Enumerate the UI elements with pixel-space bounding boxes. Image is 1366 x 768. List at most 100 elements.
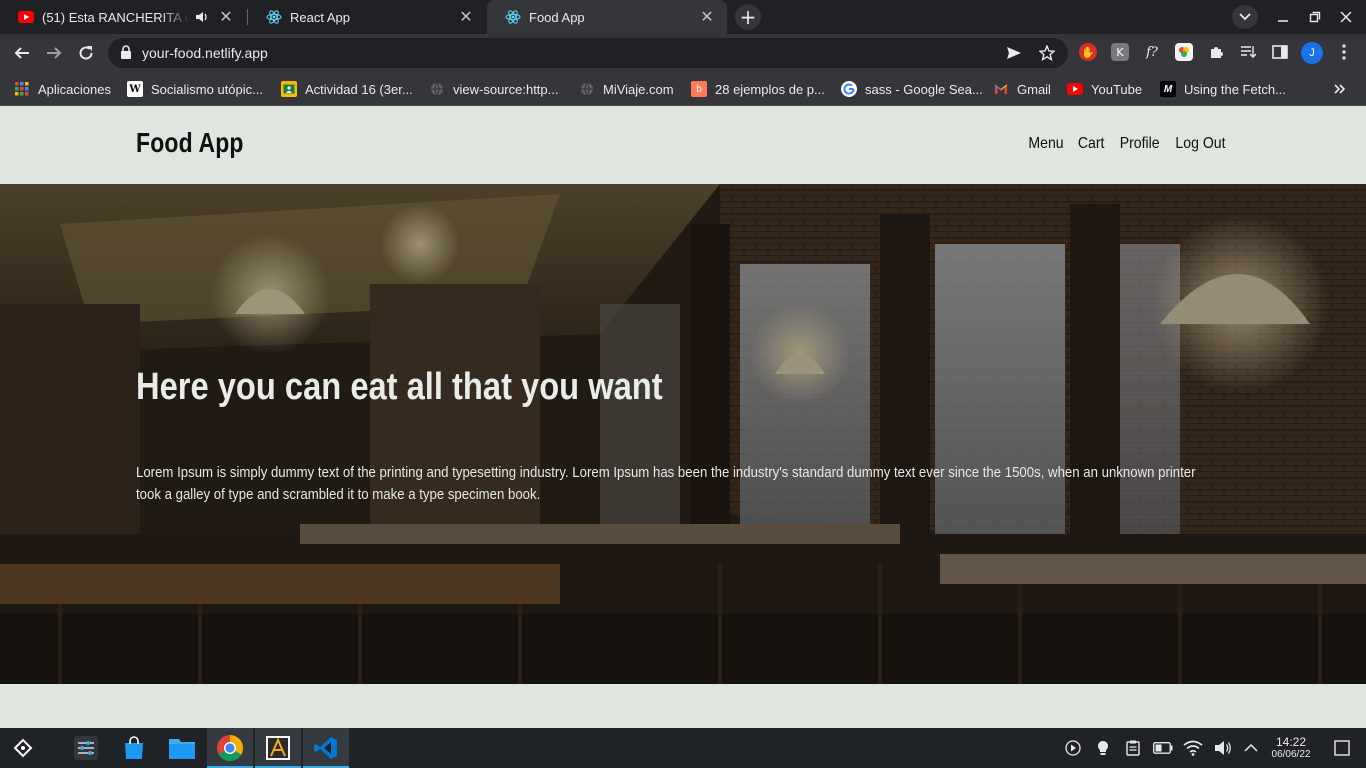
close-tab-icon[interactable]: ✕ — [216, 7, 236, 27]
lock-icon[interactable] — [120, 45, 132, 64]
clipboard-icon[interactable] — [1123, 738, 1143, 758]
bookmark-item[interactable]: view-source:http... — [429, 78, 559, 100]
site-logo[interactable]: Food App — [136, 127, 244, 159]
menu-kebab-icon[interactable] — [1335, 43, 1353, 61]
arrow-left-icon — [14, 47, 29, 59]
reload-button[interactable] — [74, 41, 98, 65]
tab-food-app[interactable]: Food App ✕ — [487, 0, 727, 34]
shopping-bag-icon — [125, 736, 143, 759]
adblock-extension-icon[interactable]: ✋ — [1079, 43, 1097, 61]
bookmark-item[interactable]: MiViaje.com — [579, 78, 674, 100]
hero-heading: Here you can eat all that you want — [136, 366, 663, 408]
bookmarks-bar: Aplicaciones W Socialismo utópic... Acti… — [0, 72, 1366, 106]
web-page: Food App Menu Cart Profile Log Out Here … — [0, 107, 1366, 728]
bookmark-label: Socialismo utópic... — [151, 81, 263, 97]
hero-description: Lorem Ipsum is simply dummy text of the … — [136, 464, 1196, 503]
grayscale-extension-icon[interactable]: K — [1111, 43, 1129, 61]
bookmark-item[interactable]: YouTube — [1067, 78, 1142, 100]
bookmark-label: YouTube — [1091, 81, 1143, 97]
forward-button[interactable] — [42, 41, 66, 65]
lightbulb-icon[interactable] — [1093, 738, 1113, 758]
media-play-icon[interactable] — [1063, 738, 1083, 758]
bookmark-item[interactable]: sass - Google Sea... — [841, 78, 983, 100]
puzzle-icon[interactable] — [1207, 43, 1225, 61]
taskbar-settings-app[interactable] — [63, 728, 109, 768]
tab-youtube[interactable]: (51) Esta RANCHERITA con ✕ — [0, 0, 246, 34]
bookmark-label: MiViaje.com — [603, 81, 674, 97]
nav-link-cart[interactable]: Cart — [1078, 135, 1105, 153]
taskbar-atom-app[interactable] — [255, 728, 301, 768]
youtube-icon — [18, 9, 34, 25]
address-bar[interactable]: your-food.netlify.app — [108, 38, 1068, 68]
bookmark-item[interactable]: Gmail — [993, 78, 1051, 100]
volume-icon[interactable] — [1213, 738, 1233, 758]
bookmark-item[interactable]: Actividad 16 (3er... — [281, 78, 413, 100]
bookmark-label: Aplicaciones — [38, 81, 111, 97]
nav-link-menu[interactable]: Menu — [1029, 135, 1064, 153]
tab-strip: (51) Esta RANCHERITA con ✕ React App ✕ F… — [0, 0, 1366, 34]
tab-search-button[interactable] — [1232, 5, 1258, 29]
colorpicker-extension-icon[interactable] — [1175, 43, 1193, 61]
bookmark-label: Using the Fetch... — [1184, 81, 1286, 97]
bookmark-star-icon[interactable] — [1038, 44, 1056, 62]
new-tab-button[interactable]: + — [735, 4, 761, 30]
chrome-icon — [217, 735, 244, 762]
site-header: Food App Menu Cart Profile Log Out — [0, 107, 1366, 184]
launcher-icon — [13, 738, 33, 758]
tab-title: (51) Esta RANCHERITA con — [42, 9, 190, 25]
taskbar-vscode-app[interactable] — [303, 728, 349, 768]
close-tab-icon[interactable]: ✕ — [456, 7, 476, 27]
wifi-icon[interactable] — [1183, 738, 1203, 758]
apps-grid-icon — [14, 81, 30, 97]
bookmark-item[interactable]: Aplicaciones — [14, 78, 111, 100]
app-launcher-button[interactable] — [0, 728, 46, 768]
classroom-icon — [281, 81, 297, 97]
taskbar-chrome-app[interactable] — [207, 728, 253, 768]
globe-icon — [579, 81, 595, 97]
folder-icon — [169, 739, 195, 759]
vscode-icon — [314, 737, 337, 759]
browser-toolbar: your-food.netlify.app ✋ K f? J — [0, 34, 1366, 72]
site-nav: Menu Cart Profile Log Out — [1026, 135, 1229, 153]
taskbar-files-app[interactable] — [159, 728, 205, 768]
send-tab-icon[interactable] — [1005, 44, 1023, 62]
wikipedia-icon: W — [127, 81, 143, 97]
bookmark-label: 28 ejemplos de p... — [715, 81, 825, 97]
battery-icon[interactable] — [1153, 738, 1173, 758]
speaker-icon[interactable] — [194, 9, 210, 25]
tab-react-app[interactable]: React App ✕ — [248, 0, 486, 34]
tab-title: React App — [290, 9, 350, 25]
youtube-icon — [1067, 81, 1083, 97]
os-taskbar: 14:22 06/06/22 — [0, 728, 1366, 768]
gmail-icon — [993, 81, 1009, 97]
nav-link-logout[interactable]: Log Out — [1175, 135, 1225, 153]
bookmark-item[interactable]: M Using the Fetch... — [1160, 78, 1286, 100]
back-button[interactable] — [10, 41, 34, 65]
bookmark-item[interactable]: b 28 ejemplos de p... — [691, 78, 825, 100]
font-extension-icon[interactable]: f? — [1143, 43, 1161, 61]
clock-date: 06/06/22 — [1271, 749, 1311, 760]
maximize-window-button[interactable] — [1304, 6, 1326, 28]
system-clock[interactable]: 14:22 06/06/22 — [1266, 735, 1316, 761]
taskbar-store-app[interactable] — [111, 728, 157, 768]
bookmark-label: Actividad 16 (3er... — [305, 81, 413, 97]
sliders-icon — [74, 736, 98, 760]
side-panel-icon[interactable] — [1271, 43, 1289, 61]
clock-time: 14:22 — [1275, 735, 1307, 749]
nav-link-profile[interactable]: Profile — [1119, 135, 1159, 153]
profile-avatar[interactable]: J — [1301, 42, 1323, 64]
bookmark-label: view-source:http... — [453, 81, 559, 97]
minimize-window-button[interactable] — [1272, 6, 1294, 28]
reading-list-icon[interactable] — [1239, 43, 1257, 61]
bookmark-item[interactable]: W Socialismo utópic... — [127, 78, 263, 100]
show-desktop-icon[interactable] — [1332, 738, 1352, 758]
globe-icon — [429, 81, 445, 97]
chevron-up-icon[interactable] — [1241, 738, 1261, 758]
double-chevron-right-icon — [1334, 84, 1346, 94]
more-bookmarks-button[interactable] — [1334, 78, 1346, 100]
close-window-button[interactable] — [1335, 6, 1357, 28]
close-tab-icon[interactable]: ✕ — [697, 7, 717, 27]
hero-banner: Here you can eat all that you want Lorem… — [0, 184, 1366, 684]
bookmark-label: Gmail — [1017, 81, 1051, 97]
url-text: your-food.netlify.app — [142, 45, 268, 61]
